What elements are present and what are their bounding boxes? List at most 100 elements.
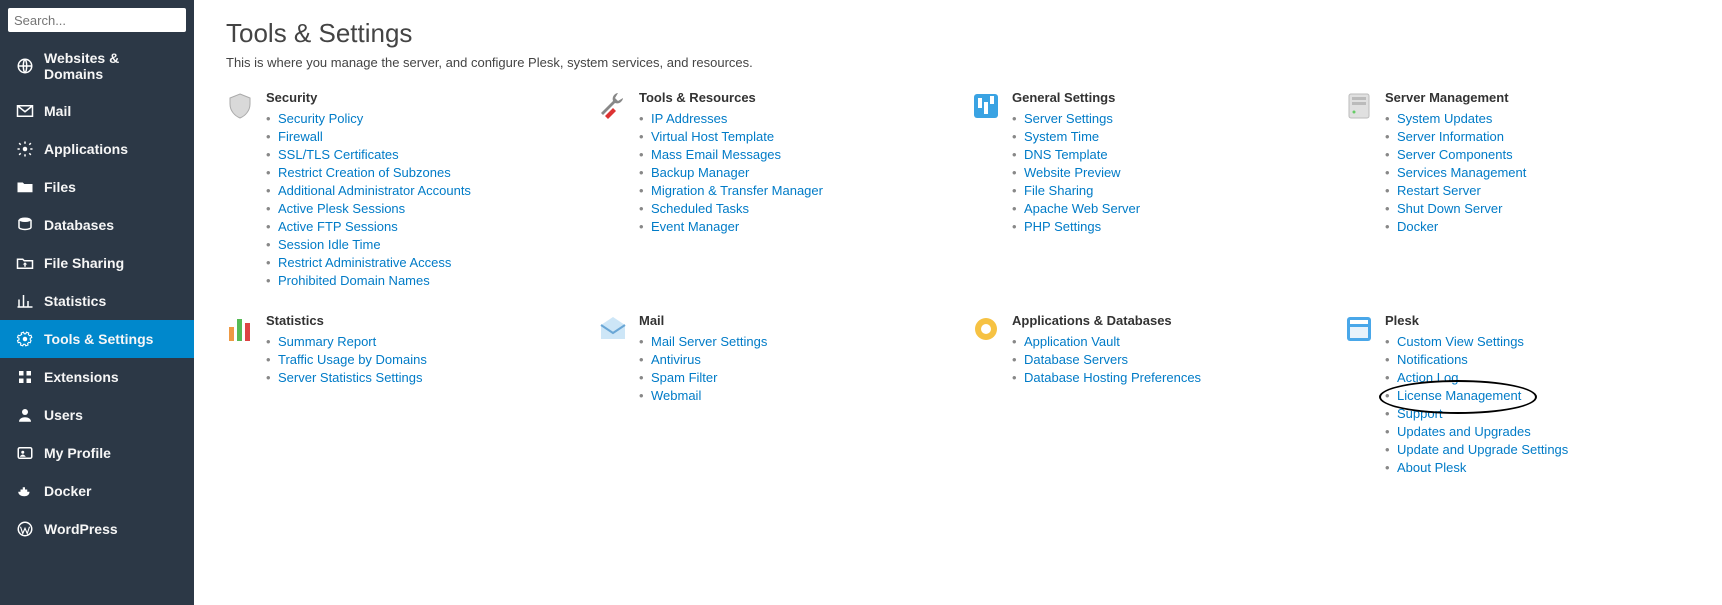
sidebar-item-label: Files [44,179,76,195]
group-link[interactable]: Restrict Creation of Subzones [278,165,451,180]
list-item: Website Preview [1012,163,1317,181]
group-links: IP Addresses Virtual Host Template Mass Em… [639,109,944,235]
group-link[interactable]: Summary Report [278,334,376,349]
group-link[interactable]: Database Hosting Preferences [1024,370,1201,385]
list-item: Server Components [1385,145,1690,163]
sidebar-item-applications[interactable]: Applications [0,130,194,168]
group-link[interactable]: Services Management [1397,165,1526,180]
group-link[interactable]: Event Manager [651,219,739,234]
group-link[interactable]: Action Log [1397,370,1458,385]
search-box[interactable] [8,8,186,32]
group-link[interactable]: IP Addresses [651,111,727,126]
sidebar-item-my-profile[interactable]: My Profile [0,434,194,472]
group-link[interactable]: Website Preview [1024,165,1121,180]
group-link[interactable]: Active Plesk Sessions [278,201,405,216]
group-link[interactable]: SSL/TLS Certificates [278,147,399,162]
list-item: Update and Upgrade Settings [1385,440,1690,458]
wordpress-icon [16,520,34,538]
list-item: System Time [1012,127,1317,145]
group-link[interactable]: Mass Email Messages [651,147,781,162]
group-link[interactable]: Webmail [651,388,701,403]
group-link[interactable]: Application Vault [1024,334,1120,349]
group-link[interactable]: Security Policy [278,111,363,126]
group-link[interactable]: Custom View Settings [1397,334,1524,349]
group-link[interactable]: License Management [1397,388,1521,403]
group-link[interactable]: Database Servers [1024,352,1128,367]
group-link[interactable]: Update and Upgrade Settings [1397,442,1568,457]
list-item: Webmail [639,386,944,404]
group-link[interactable]: Mail Server Settings [651,334,767,349]
group-tools-resources: Tools & ResourcesIP AddressesVirtual Hos… [599,90,944,289]
group-link[interactable]: Firewall [278,129,323,144]
applications-icon [16,140,34,158]
sidebar-item-files[interactable]: Files [0,168,194,206]
group-link[interactable]: DNS Template [1024,147,1108,162]
list-item: SSL/TLS Certificates [266,145,571,163]
sidebar-item-databases[interactable]: Databases [0,206,194,244]
group-title: Server Management [1385,90,1690,105]
search-container [0,0,194,40]
group-link[interactable]: Restrict Administrative Access [278,255,451,270]
sidebar-item-label: Users [44,407,83,423]
sidebar-item-docker[interactable]: Docker [0,472,194,510]
group-link[interactable]: File Sharing [1024,183,1093,198]
sidebar-item-mail[interactable]: Mail [0,92,194,130]
group-link[interactable]: Session Idle Time [278,237,381,252]
sidebar-item-label: Tools & Settings [44,331,153,347]
sidebar-item-statistics[interactable]: Statistics [0,282,194,320]
group-link[interactable]: Traffic Usage by Domains [278,352,427,367]
group-link[interactable]: Backup Manager [651,165,749,180]
group-links: Summary Report Traffic Usage by Domains Se… [266,332,571,386]
page-title: Tools & Settings [226,18,1690,49]
group-link[interactable]: Server Components [1397,147,1513,162]
list-item: Summary Report [266,332,571,350]
sidebar-item-label: WordPress [44,521,118,537]
group-link[interactable]: Server Information [1397,129,1504,144]
group-link[interactable]: Spam Filter [651,370,717,385]
group-link[interactable]: Shut Down Server [1397,201,1503,216]
group-link[interactable]: Support [1397,406,1443,421]
group-links: Custom View Settings Notifications Action … [1385,332,1690,476]
sidebar-item-users[interactable]: Users [0,396,194,434]
sidebar-item-websites-domains[interactable]: Websites & Domains [0,40,194,92]
group-link[interactable]: Active FTP Sessions [278,219,398,234]
group-body: Server Management System Updates Server In… [1385,90,1690,235]
group-link[interactable]: PHP Settings [1024,219,1101,234]
list-item: Database Hosting Preferences [1012,368,1317,386]
list-item: Active Plesk Sessions [266,199,571,217]
list-item: Database Servers [1012,350,1317,368]
group-link[interactable]: Apache Web Server [1024,201,1140,216]
sidebar-item-label: Extensions [44,369,119,385]
group-link[interactable]: Updates and Upgrades [1397,424,1531,439]
group-link[interactable]: About Plesk [1397,460,1466,475]
group-link[interactable]: Server Statistics Settings [278,370,423,385]
group-link[interactable]: Prohibited Domain Names [278,273,430,288]
sidebar-item-tools-settings[interactable]: Tools & Settings [0,320,194,358]
group-title: Security [266,90,571,105]
group-body: MailMail Server SettingsAntivirusSpam Fi… [639,313,944,404]
sidebar-item-wordpress[interactable]: WordPress [0,510,194,548]
group-title: Applications & Databases [1012,313,1317,328]
group-link[interactable]: Migration & Transfer Manager [651,183,823,198]
sidebar-item-file-sharing[interactable]: File Sharing [0,244,194,282]
sidebar-item-extensions[interactable]: Extensions [0,358,194,396]
list-item: Server Settings [1012,109,1317,127]
group-link[interactable]: Virtual Host Template [651,129,774,144]
group-body: General SettingsServer SettingsSystem Ti… [1012,90,1317,235]
group-link[interactable]: Additional Administrator Accounts [278,183,471,198]
group-link[interactable]: Scheduled Tasks [651,201,749,216]
group-link[interactable]: Antivirus [651,352,701,367]
group-link[interactable]: Notifications [1397,352,1468,367]
list-item: Session Idle Time [266,235,571,253]
group-link[interactable]: Server Settings [1024,111,1113,126]
group-link[interactable]: System Updates [1397,111,1492,126]
group-link[interactable]: Restart Server [1397,183,1481,198]
list-item: Antivirus [639,350,944,368]
search-input[interactable] [14,13,190,28]
group-link[interactable]: System Time [1024,129,1099,144]
group-link[interactable]: Docker [1397,219,1438,234]
databases-icon [16,216,34,234]
sidebar-item-label: Statistics [44,293,106,309]
group-plesk: PleskCustom View SettingsNotificationsAc… [1345,313,1690,476]
tools-icon [599,92,627,120]
